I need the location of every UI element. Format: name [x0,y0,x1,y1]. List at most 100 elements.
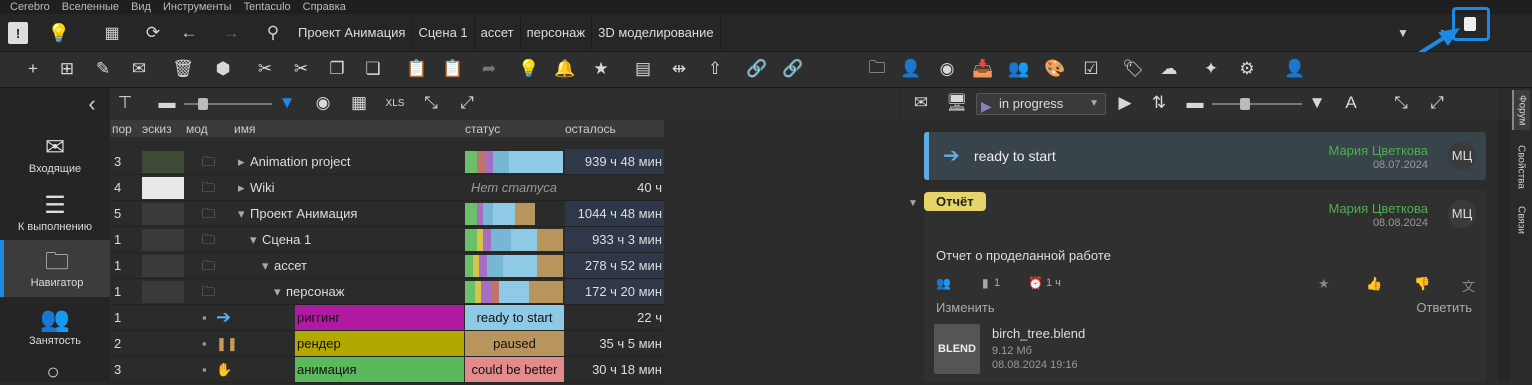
expand-arrow-icon[interactable]: ▾ [250,227,257,252]
magic-wand-icon[interactable]: ✦ [1200,58,1222,80]
sort-icon[interactable]: ⇅ [1148,92,1170,114]
collapse-chevron-icon[interactable]: ‹ [82,91,102,116]
table-row[interactable]: 5 🗀 ▾ Проект Анимация 1044 ч 48 мин [110,201,664,227]
edit-link[interactable]: Изменить [936,300,995,315]
table-row[interactable]: 1 🗀 ▾ персонаж 172 ч 20 мин [110,279,664,305]
table-row[interactable]: 1 🗀 ▾ ассет 278 ч 52 мин [110,253,664,279]
avatar[interactable]: МЦ [1448,142,1476,170]
collapse-arrow-icon[interactable]: ▼ [908,198,918,209]
bell-icon[interactable]: 🔔 [554,58,576,80]
tab-forum[interactable]: Форум [1512,90,1530,130]
book-icon[interactable]: ▦ [100,22,124,44]
nav-inbox[interactable]: ✉ Входящие [0,126,110,183]
status-label[interactable]: could be better [465,357,564,382]
eye-icon[interactable]: ◉ [312,92,334,114]
copy-link-icon[interactable]: ❏ [362,58,384,80]
message-icon[interactable]: ✉ [128,58,150,80]
settings-box-icon[interactable]: ⚙ [1236,58,1258,80]
people-icon[interactable]: 👥 [936,276,951,290]
nav-todo[interactable]: ☰ К выполнению [0,184,110,241]
star-icon[interactable]: ★ [590,58,612,80]
nav-navigator[interactable]: 🗀 Навигатор [0,240,110,297]
table-row[interactable]: 3 🗀 ▸ Animation project 939 ч 48 мин [110,149,664,175]
column-remaining[interactable]: осталось [565,122,616,136]
column-thumb[interactable]: эскиз [142,122,172,136]
palette-icon[interactable]: 🎨 [1044,58,1066,80]
table-row[interactable]: 2 ▪ ❚❚ рендер paused 35 ч 5 мин [110,331,664,357]
cloud-icon[interactable]: ☁ [1158,58,1180,80]
menu-tools[interactable]: Инструменты [163,0,232,14]
translate-icon[interactable]: 文 [1462,276,1475,295]
lightbulb-icon[interactable]: 💡 [46,22,72,44]
table-row[interactable]: 4 🗀 ▸ Wiki Нет статуса 40 ч [110,175,664,201]
filter-icon[interactable]: ▼ [276,92,298,114]
tree-scroll-gutter[interactable] [880,120,900,382]
forum-message[interactable]: ➔ ready to start Мария Цветкова 08.07.20… [924,132,1486,180]
menu-universes[interactable]: Вселенные [62,0,119,14]
forum-scrollbar[interactable] [1498,120,1510,382]
font-icon[interactable]: A [1340,92,1362,114]
expand-arrow-icon[interactable]: ▾ [274,279,281,304]
message-author[interactable]: Мария Цветкова [1328,143,1428,158]
paste-special-icon[interactable]: 📋 [442,58,464,80]
menu-tentaculo[interactable]: Tentaculo [244,0,291,14]
breadcrumb-item[interactable]: персонаж [521,14,593,52]
table-row[interactable]: 1 ▪ ➔ риггинг ready to start 22 ч [110,305,664,331]
menu-help[interactable]: Справка [303,0,346,14]
attachment-name[interactable]: birch_tree.blend [992,326,1085,341]
column-name[interactable]: имя [234,122,255,136]
breadcrumb-item[interactable]: Проект Анимация [292,14,413,52]
back-arrow-icon[interactable]: ← [178,22,200,44]
folder-icon[interactable]: 🗀 [866,58,888,80]
file-icon[interactable]: ▮ [982,276,989,290]
table-row[interactable]: 3 ▪ ✋ анимация could be better 30 ч 18 м… [110,357,664,383]
checklist-icon[interactable]: ☑ [1080,58,1102,80]
hierarchy-icon[interactable]: ⊤ [114,92,136,114]
forum-size-slider[interactable] [1212,103,1302,105]
expand-arrow-icon[interactable]: ▾ [238,201,245,226]
refresh-icon[interactable]: ⟳ [142,22,164,44]
user-icon[interactable]: 👤 [900,58,922,80]
avatar[interactable]: МЦ [1448,200,1476,228]
link-icon[interactable]: 🔗 [746,58,768,80]
filter-icon[interactable]: ▼ [1306,92,1328,114]
inbox-icon[interactable]: 📥 [972,58,994,80]
upload-icon[interactable]: ⇧ [704,58,726,80]
thumbs-up-icon[interactable]: 👍 [1366,276,1382,292]
breadcrumb-item[interactable]: 3D моделирование [592,14,721,52]
expand-arrow-icon[interactable]: ▾ [262,253,269,278]
breadcrumb-item[interactable]: ассет [475,14,521,52]
trash-icon[interactable]: 🗑 [172,58,194,80]
cut-icon[interactable]: ✂ [254,58,276,80]
expand-arrow-icon[interactable]: ▸ [238,149,245,174]
search-icon[interactable]: ○ [40,359,66,384]
status-dropdown[interactable]: ▶ in progress ▼ [976,93,1106,115]
nav-occupancy[interactable]: 👥 Занятость [0,298,110,355]
blend-file-icon[interactable]: BLEND [934,324,980,374]
film-icon[interactable]: ▬ [156,92,178,114]
column-mod[interactable]: мод [186,122,208,136]
group-icon[interactable]: 👥 [1008,58,1030,80]
expand-icon[interactable]: ⤢ [1426,92,1448,114]
forum-report[interactable]: ▼ Отчёт Мария Цветкова 08.08.2024 МЦ Отч… [908,190,1486,382]
column-order[interactable]: пор [112,122,132,136]
add-subtask-icon[interactable]: ⊞ [56,58,78,80]
split-icon[interactable]: ⇹ [668,58,690,80]
clock-icon[interactable]: ⏰ [1028,276,1043,290]
slider-handle[interactable] [1240,98,1250,110]
thumbs-down-icon[interactable]: 👎 [1414,276,1430,292]
cube-icon[interactable]: ⬢ [212,58,234,80]
menu-view[interactable]: Вид [131,0,151,14]
status-label[interactable]: ready to start [465,305,564,330]
add-icon[interactable]: + [22,58,44,80]
alert-icon[interactable]: ! [8,22,28,44]
mail-icon[interactable]: ✉ [910,92,932,114]
table-row[interactable]: 1 🗀 ▾ Сцена 1 933 ч 3 мин [110,227,664,253]
user-circle-icon[interactable]: ◉ [936,58,958,80]
cut-link-icon[interactable]: ✂ [290,58,312,80]
star-icon[interactable]: ★ [1318,276,1330,292]
unlink-icon[interactable]: 🔗 [782,58,804,80]
status-label[interactable]: paused [465,331,564,356]
collapse-icon[interactable]: ⤡ [420,92,442,114]
layers-icon[interactable]: ▤ [632,58,654,80]
